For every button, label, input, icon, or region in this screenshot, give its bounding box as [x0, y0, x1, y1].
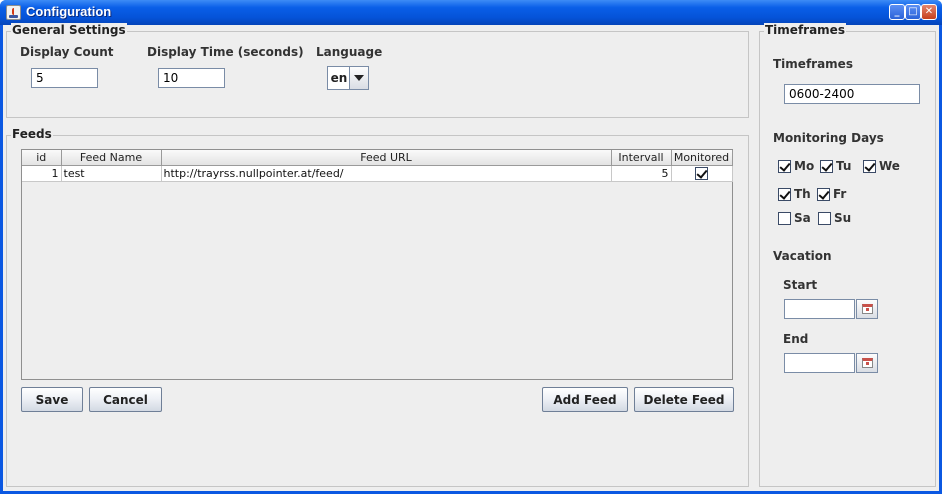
calendar-icon [862, 304, 873, 314]
day-label-sa: Sa [794, 211, 811, 225]
vacation-end-field[interactable] [784, 353, 855, 373]
delete-feed-button[interactable]: Delete Feed [634, 387, 734, 412]
day-checkbox-fr[interactable] [817, 188, 830, 201]
timeframes-label: Timeframes [773, 57, 853, 71]
day-checkbox-tu[interactable] [820, 160, 833, 173]
save-button[interactable]: Save [21, 387, 83, 412]
maximize-button[interactable]: □ [905, 4, 921, 20]
chevron-down-icon[interactable] [349, 67, 368, 89]
column-header-monitored[interactable]: Monitored [671, 150, 733, 166]
vacation-start-field[interactable] [784, 299, 855, 319]
language-select[interactable]: en [327, 66, 369, 90]
window-title: Configuration [26, 4, 112, 19]
vacation-end-label: End [783, 332, 809, 346]
configuration-window: Configuration _ □ ✕ General Settings Dis… [0, 0, 942, 494]
end-date-picker-button[interactable] [856, 353, 878, 373]
timeframes-group-title: Timeframes [764, 23, 846, 37]
display-time-label: Display Time (seconds) [147, 45, 304, 59]
language-label: Language [316, 45, 383, 59]
monitored-checkbox[interactable] [695, 166, 708, 180]
display-count-label: Display Count [20, 45, 114, 59]
day-label-tu: Tu [836, 159, 852, 173]
table-header-row: id Feed Name Feed URL Intervall Monitore… [22, 150, 733, 166]
add-feed-button[interactable]: Add Feed [542, 387, 628, 412]
day-checkbox-su[interactable] [818, 212, 831, 225]
column-header-id[interactable]: id [22, 150, 62, 166]
calendar-icon [862, 358, 873, 368]
minimize-button[interactable]: _ [889, 4, 905, 20]
feed-url-cell[interactable]: http://trayrss.nullpointer.at/feed/ [161, 165, 612, 182]
cancel-button[interactable]: Cancel [89, 387, 162, 412]
feeds-table[interactable]: id Feed Name Feed URL Intervall Monitore… [21, 149, 733, 380]
java-cup-icon [6, 5, 21, 20]
day-label-we: We [879, 159, 900, 173]
display-time-field[interactable] [158, 68, 225, 88]
close-button[interactable]: ✕ [921, 4, 937, 20]
feeds-grid: id Feed Name Feed URL Intervall Monitore… [22, 150, 733, 182]
monitoring-days-label: Monitoring Days [773, 131, 884, 145]
feed-id-cell[interactable]: 1 [22, 165, 62, 182]
display-count-field[interactable] [31, 68, 98, 88]
vacation-start-label: Start [783, 278, 818, 292]
title-bar[interactable]: Configuration _ □ ✕ [0, 0, 942, 25]
table-row[interactable]: 1 test http://trayrss.nullpointer.at/fee… [22, 165, 733, 182]
content-panel: General Settings Display Count Display T… [3, 23, 939, 491]
start-date-picker-button[interactable] [856, 299, 878, 319]
feed-name-cell[interactable]: test [61, 165, 162, 182]
feed-monitored-cell[interactable] [671, 165, 733, 182]
day-checkbox-mo[interactable] [778, 160, 791, 173]
day-label-fr: Fr [833, 187, 847, 201]
day-label-mo: Mo [794, 159, 815, 173]
timeframes-field[interactable] [784, 84, 920, 104]
feeds-title: Feeds [11, 127, 53, 141]
day-label-su: Su [834, 211, 852, 225]
general-settings-title: General Settings [11, 23, 127, 37]
column-header-interval[interactable]: Intervall [611, 150, 672, 166]
day-checkbox-th[interactable] [778, 188, 791, 201]
day-checkbox-sa[interactable] [778, 212, 791, 225]
column-header-feed-url[interactable]: Feed URL [161, 150, 612, 166]
language-value: en [330, 71, 348, 85]
day-checkbox-we[interactable] [863, 160, 876, 173]
feed-interval-cell[interactable]: 5 [611, 165, 672, 182]
column-header-feed-name[interactable]: Feed Name [61, 150, 162, 166]
day-label-th: Th [794, 187, 811, 201]
vacation-label: Vacation [773, 249, 832, 263]
